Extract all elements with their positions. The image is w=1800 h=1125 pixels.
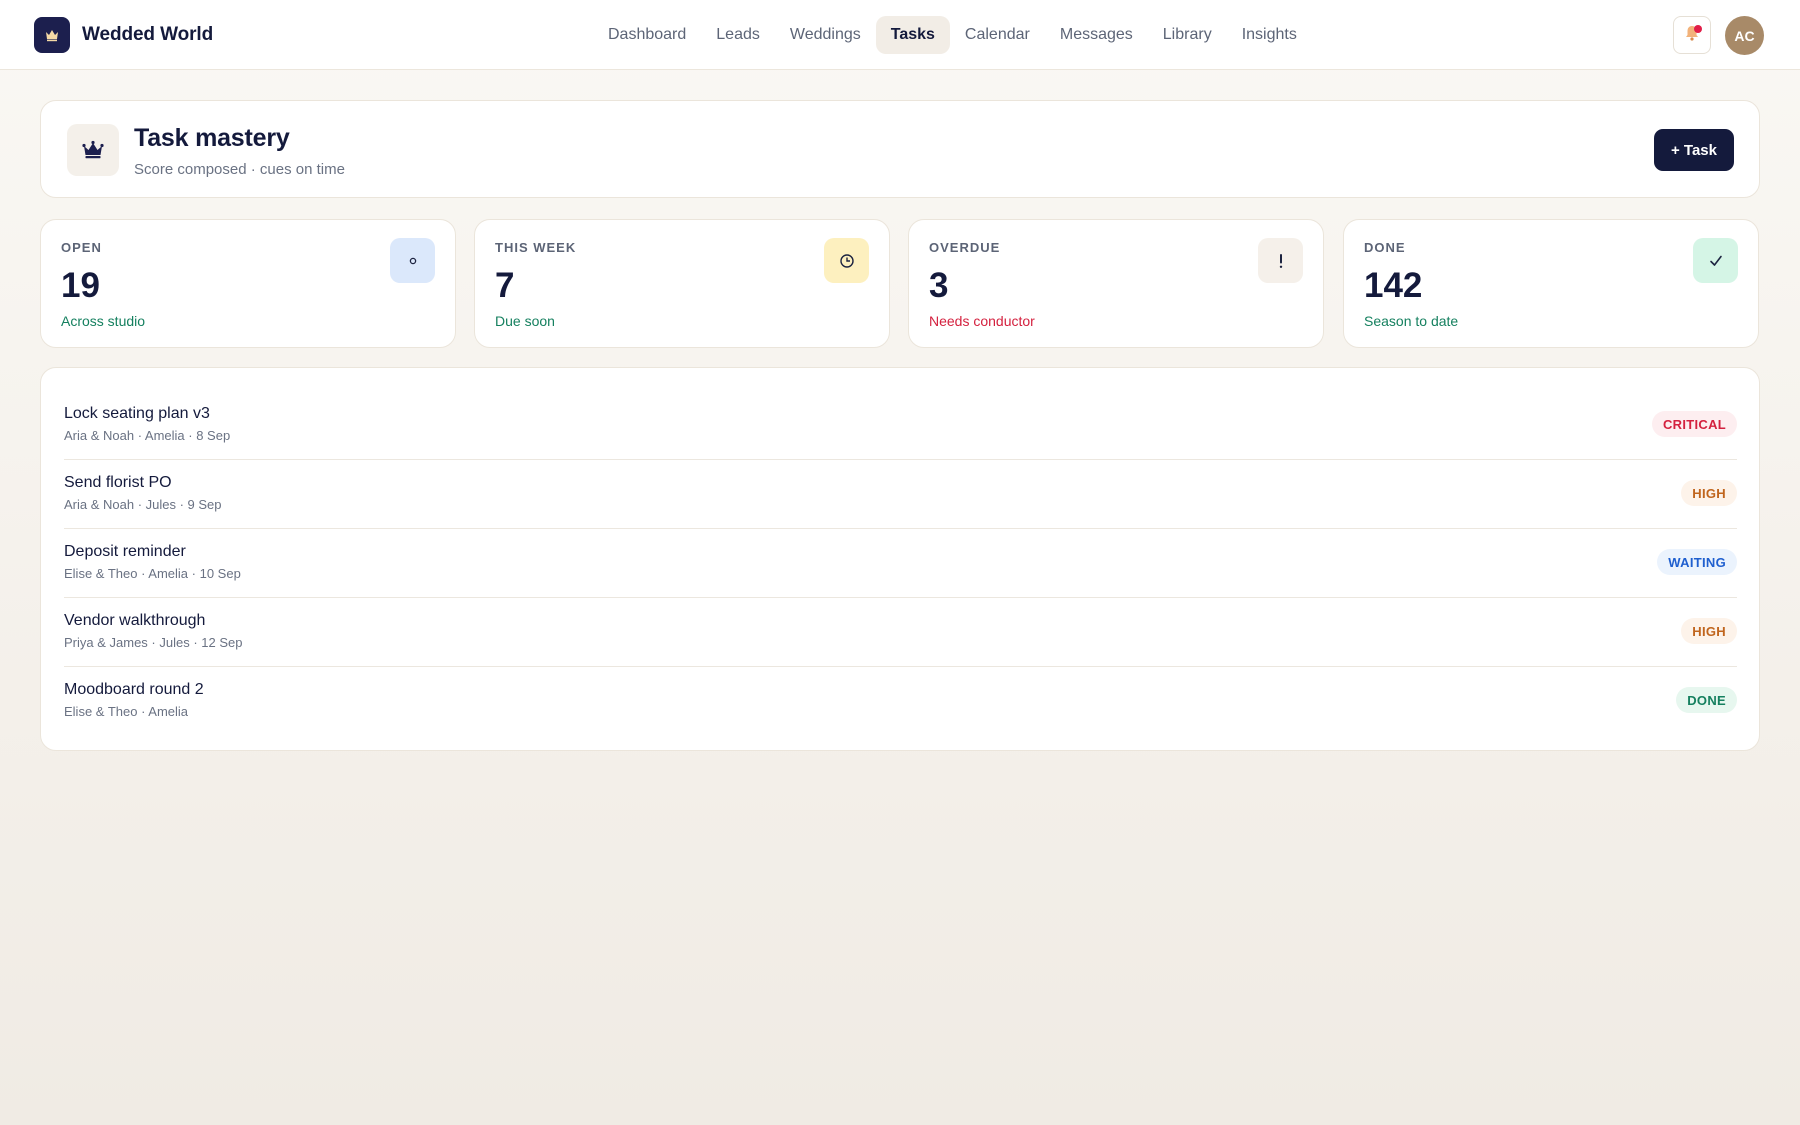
- nav-item-library[interactable]: Library: [1148, 16, 1227, 54]
- exclamation-icon: [1258, 238, 1303, 283]
- stat-card-overdue: OVERDUE 3 Needs conductor: [908, 219, 1324, 348]
- task-meta: Aria & Noah · Amelia · 8 Sep: [64, 428, 231, 443]
- nav-item-weddings[interactable]: Weddings: [775, 16, 876, 54]
- stat-note: Due soon: [495, 313, 555, 329]
- circle-icon: [390, 238, 435, 283]
- status-badge: HIGH: [1681, 480, 1737, 506]
- stat-note: Season to date: [1364, 313, 1459, 329]
- task-row[interactable]: Moodboard round 2 Elise & Theo · Amelia …: [64, 667, 1737, 736]
- stat-card-this-week: THIS WEEK 7 Due soon: [474, 219, 890, 348]
- top-nav-bar: Wedded World Dashboard Leads Weddings Ta…: [0, 0, 1800, 70]
- clock-icon: [824, 238, 869, 283]
- task-meta: Elise & Theo · Amelia: [64, 704, 189, 719]
- task-list-card: Lock seating plan v3 Aria & Noah · Ameli…: [40, 367, 1760, 751]
- nav-item-dashboard[interactable]: Dashboard: [593, 16, 701, 54]
- stat-value: 19: [61, 266, 100, 305]
- stat-note: Needs conductor: [929, 313, 1035, 329]
- status-badge: HIGH: [1681, 618, 1737, 644]
- status-badge: DONE: [1676, 687, 1737, 713]
- task-row[interactable]: Lock seating plan v3 Aria & Noah · Ameli…: [64, 391, 1737, 460]
- main-nav: Dashboard Leads Weddings Tasks Calendar …: [593, 16, 1312, 54]
- page-title: Task mastery: [134, 124, 290, 152]
- page-header-card: Task mastery Score composed · cues on ti…: [40, 100, 1760, 198]
- check-icon: [1693, 238, 1738, 283]
- app-name: Wedded World: [82, 24, 214, 45]
- nav-item-messages[interactable]: Messages: [1045, 16, 1148, 54]
- brand[interactable]: Wedded World: [34, 17, 213, 53]
- nav-item-insights[interactable]: Insights: [1227, 16, 1312, 54]
- task-title: Deposit reminder: [64, 543, 186, 560]
- add-task-button[interactable]: + Task: [1654, 129, 1734, 171]
- stat-note: Across studio: [61, 313, 146, 329]
- task-title: Vendor walkthrough: [64, 612, 206, 629]
- stat-value: 7: [495, 266, 515, 305]
- crown-icon: [34, 17, 70, 53]
- status-badge: WAITING: [1657, 549, 1737, 575]
- avatar[interactable]: AC: [1725, 16, 1764, 55]
- nav-item-tasks[interactable]: Tasks: [875, 16, 950, 54]
- stat-card-done: DONE 142 Season to date: [1343, 219, 1759, 348]
- nav-item-calendar[interactable]: Calendar: [950, 16, 1045, 54]
- task-meta: Aria & Noah · Jules · 9 Sep: [64, 497, 222, 512]
- status-badge: CRITICAL: [1651, 411, 1737, 437]
- stat-value: 142: [1364, 266, 1423, 305]
- task-title: Lock seating plan v3: [64, 405, 210, 422]
- task-row[interactable]: Vendor walkthrough Priya & James · Jules…: [64, 598, 1737, 667]
- task-meta: Priya & James · Jules · 12 Sep: [64, 635, 243, 650]
- stat-label: OPEN: [61, 240, 102, 255]
- stat-label: OVERDUE: [929, 240, 1001, 255]
- task-meta: Elise & Theo · Amelia · 10 Sep: [64, 566, 241, 581]
- notifications-button[interactable]: [1673, 16, 1711, 54]
- task-row[interactable]: Send florist PO Aria & Noah · Jules · 9 …: [64, 460, 1737, 529]
- stat-value: 3: [929, 266, 949, 305]
- task-row[interactable]: Deposit reminder Elise & Theo · Amelia ·…: [64, 529, 1737, 598]
- stat-label: THIS WEEK: [495, 240, 577, 255]
- stat-label: DONE: [1364, 240, 1406, 255]
- task-title: Send florist PO: [64, 474, 172, 491]
- notification-dot: [1694, 25, 1702, 33]
- task-title: Moodboard round 2: [64, 681, 204, 698]
- stat-card-open: OPEN 19 Across studio: [40, 219, 456, 348]
- page-subtitle: Score composed · cues on time: [134, 161, 345, 178]
- task-list: Lock seating plan v3 Aria & Noah · Ameli…: [64, 391, 1737, 736]
- crown-icon: [67, 124, 119, 176]
- nav-item-leads[interactable]: Leads: [701, 16, 775, 54]
